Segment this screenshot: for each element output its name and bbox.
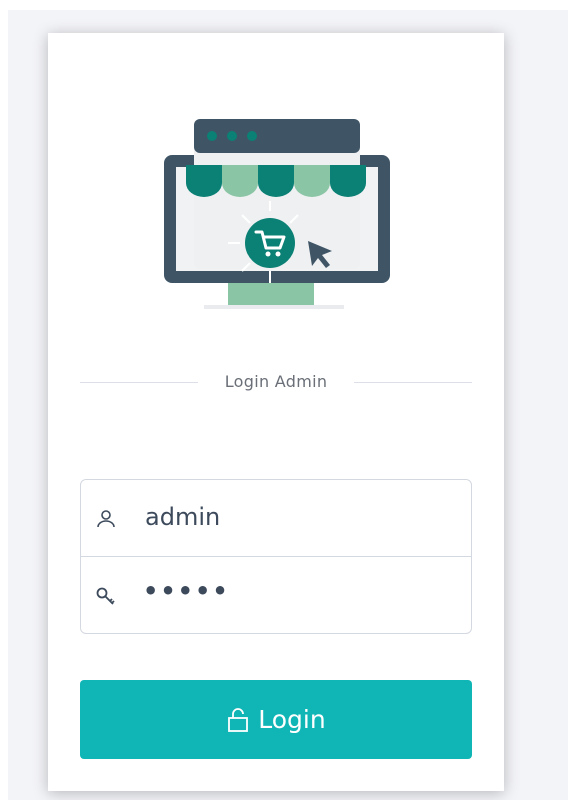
password-input[interactable]: ••••• [143,577,443,605]
login-form: ••••• [80,479,472,634]
password-field[interactable]: ••••• [81,557,471,633]
heading-divider: Login Admin [80,370,472,394]
unlock-icon [228,707,249,732]
username-field[interactable] [81,480,471,557]
username-input[interactable] [143,502,447,532]
login-button[interactable]: Login [80,680,472,759]
user-icon [97,510,115,528]
divider-line-right [354,382,472,383]
login-button-label: Login [258,705,326,734]
key-icon [96,587,115,605]
login-card: Login Admin ••••• Login [48,33,504,791]
shop-illustration [164,119,390,309]
